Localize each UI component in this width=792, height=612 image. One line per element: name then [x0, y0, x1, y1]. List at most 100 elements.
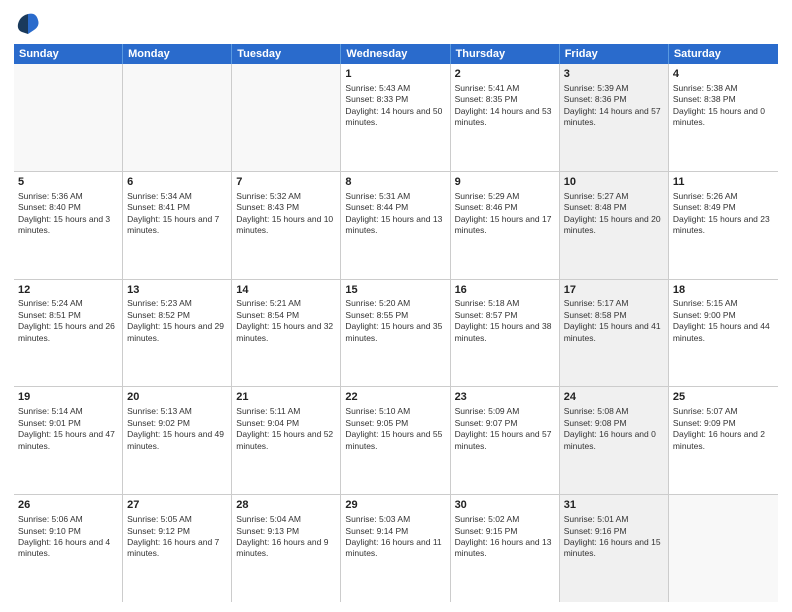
- day-info: Sunrise: 5:29 AMSunset: 8:46 PMDaylight:…: [455, 191, 552, 235]
- day-number: 30: [455, 498, 555, 513]
- day-of-week-friday: Friday: [560, 44, 669, 64]
- day-number: 31: [564, 498, 664, 513]
- day-number: 29: [345, 498, 445, 513]
- calendar-row: 19Sunrise: 5:14 AMSunset: 9:01 PMDayligh…: [14, 387, 778, 495]
- day-number: 18: [673, 283, 774, 298]
- calendar-cell: 31Sunrise: 5:01 AMSunset: 9:16 PMDayligh…: [560, 495, 669, 602]
- calendar-cell: 2Sunrise: 5:41 AMSunset: 8:35 PMDaylight…: [451, 64, 560, 171]
- day-number: 5: [18, 175, 118, 190]
- day-info: Sunrise: 5:32 AMSunset: 8:43 PMDaylight:…: [236, 191, 333, 235]
- calendar-cell: 21Sunrise: 5:11 AMSunset: 9:04 PMDayligh…: [232, 387, 341, 494]
- calendar-cell: 7Sunrise: 5:32 AMSunset: 8:43 PMDaylight…: [232, 172, 341, 279]
- day-of-week-thursday: Thursday: [451, 44, 560, 64]
- day-info: Sunrise: 5:11 AMSunset: 9:04 PMDaylight:…: [236, 406, 333, 450]
- calendar-cell: 18Sunrise: 5:15 AMSunset: 9:00 PMDayligh…: [669, 280, 778, 387]
- calendar-row: 12Sunrise: 5:24 AMSunset: 8:51 PMDayligh…: [14, 280, 778, 388]
- day-info: Sunrise: 5:03 AMSunset: 9:14 PMDaylight:…: [345, 514, 441, 558]
- day-info: Sunrise: 5:34 AMSunset: 8:41 PMDaylight:…: [127, 191, 219, 235]
- calendar-header: SundayMondayTuesdayWednesdayThursdayFrid…: [14, 44, 778, 64]
- day-info: Sunrise: 5:18 AMSunset: 8:57 PMDaylight:…: [455, 298, 552, 342]
- calendar-cell: 22Sunrise: 5:10 AMSunset: 9:05 PMDayligh…: [341, 387, 450, 494]
- day-info: Sunrise: 5:01 AMSunset: 9:16 PMDaylight:…: [564, 514, 661, 558]
- calendar-cell: [669, 495, 778, 602]
- day-number: 7: [236, 175, 336, 190]
- calendar-cell: 12Sunrise: 5:24 AMSunset: 8:51 PMDayligh…: [14, 280, 123, 387]
- day-info: Sunrise: 5:20 AMSunset: 8:55 PMDaylight:…: [345, 298, 442, 342]
- day-of-week-sunday: Sunday: [14, 44, 123, 64]
- calendar-cell: [123, 64, 232, 171]
- day-number: 14: [236, 283, 336, 298]
- day-info: Sunrise: 5:13 AMSunset: 9:02 PMDaylight:…: [127, 406, 224, 450]
- calendar-cell: 19Sunrise: 5:14 AMSunset: 9:01 PMDayligh…: [14, 387, 123, 494]
- day-info: Sunrise: 5:14 AMSunset: 9:01 PMDaylight:…: [18, 406, 115, 450]
- page: SundayMondayTuesdayWednesdayThursdayFrid…: [0, 0, 792, 612]
- day-of-week-monday: Monday: [123, 44, 232, 64]
- day-number: 2: [455, 67, 555, 82]
- logo-icon: [14, 10, 42, 38]
- day-number: 6: [127, 175, 227, 190]
- day-info: Sunrise: 5:41 AMSunset: 8:35 PMDaylight:…: [455, 83, 552, 127]
- day-number: 1: [345, 67, 445, 82]
- logo: [14, 10, 45, 38]
- calendar-cell: 15Sunrise: 5:20 AMSunset: 8:55 PMDayligh…: [341, 280, 450, 387]
- day-number: 19: [18, 390, 118, 405]
- calendar-row: 1Sunrise: 5:43 AMSunset: 8:33 PMDaylight…: [14, 64, 778, 172]
- calendar-cell: 28Sunrise: 5:04 AMSunset: 9:13 PMDayligh…: [232, 495, 341, 602]
- calendar-cell: 24Sunrise: 5:08 AMSunset: 9:08 PMDayligh…: [560, 387, 669, 494]
- calendar-row: 26Sunrise: 5:06 AMSunset: 9:10 PMDayligh…: [14, 495, 778, 602]
- calendar-cell: 16Sunrise: 5:18 AMSunset: 8:57 PMDayligh…: [451, 280, 560, 387]
- day-number: 23: [455, 390, 555, 405]
- calendar-cell: 25Sunrise: 5:07 AMSunset: 9:09 PMDayligh…: [669, 387, 778, 494]
- calendar-cell: 14Sunrise: 5:21 AMSunset: 8:54 PMDayligh…: [232, 280, 341, 387]
- day-number: 24: [564, 390, 664, 405]
- calendar-cell: 17Sunrise: 5:17 AMSunset: 8:58 PMDayligh…: [560, 280, 669, 387]
- day-number: 27: [127, 498, 227, 513]
- day-number: 8: [345, 175, 445, 190]
- calendar-cell: 27Sunrise: 5:05 AMSunset: 9:12 PMDayligh…: [123, 495, 232, 602]
- day-number: 17: [564, 283, 664, 298]
- calendar-body: 1Sunrise: 5:43 AMSunset: 8:33 PMDaylight…: [14, 64, 778, 602]
- day-info: Sunrise: 5:09 AMSunset: 9:07 PMDaylight:…: [455, 406, 552, 450]
- day-info: Sunrise: 5:07 AMSunset: 9:09 PMDaylight:…: [673, 406, 765, 450]
- day-number: 9: [455, 175, 555, 190]
- day-info: Sunrise: 5:10 AMSunset: 9:05 PMDaylight:…: [345, 406, 442, 450]
- calendar-cell: 4Sunrise: 5:38 AMSunset: 8:38 PMDaylight…: [669, 64, 778, 171]
- calendar-cell: 1Sunrise: 5:43 AMSunset: 8:33 PMDaylight…: [341, 64, 450, 171]
- day-info: Sunrise: 5:24 AMSunset: 8:51 PMDaylight:…: [18, 298, 115, 342]
- day-number: 22: [345, 390, 445, 405]
- day-info: Sunrise: 5:26 AMSunset: 8:49 PMDaylight:…: [673, 191, 770, 235]
- day-info: Sunrise: 5:36 AMSunset: 8:40 PMDaylight:…: [18, 191, 110, 235]
- day-info: Sunrise: 5:17 AMSunset: 8:58 PMDaylight:…: [564, 298, 661, 342]
- calendar-cell: 5Sunrise: 5:36 AMSunset: 8:40 PMDaylight…: [14, 172, 123, 279]
- day-info: Sunrise: 5:27 AMSunset: 8:48 PMDaylight:…: [564, 191, 661, 235]
- day-number: 28: [236, 498, 336, 513]
- day-info: Sunrise: 5:05 AMSunset: 9:12 PMDaylight:…: [127, 514, 219, 558]
- calendar-cell: 13Sunrise: 5:23 AMSunset: 8:52 PMDayligh…: [123, 280, 232, 387]
- day-number: 25: [673, 390, 774, 405]
- day-number: 3: [564, 67, 664, 82]
- calendar-row: 5Sunrise: 5:36 AMSunset: 8:40 PMDaylight…: [14, 172, 778, 280]
- day-info: Sunrise: 5:38 AMSunset: 8:38 PMDaylight:…: [673, 83, 765, 127]
- day-number: 20: [127, 390, 227, 405]
- day-info: Sunrise: 5:31 AMSunset: 8:44 PMDaylight:…: [345, 191, 442, 235]
- calendar-cell: 9Sunrise: 5:29 AMSunset: 8:46 PMDaylight…: [451, 172, 560, 279]
- day-number: 4: [673, 67, 774, 82]
- day-of-week-tuesday: Tuesday: [232, 44, 341, 64]
- day-info: Sunrise: 5:23 AMSunset: 8:52 PMDaylight:…: [127, 298, 224, 342]
- calendar-cell: 20Sunrise: 5:13 AMSunset: 9:02 PMDayligh…: [123, 387, 232, 494]
- calendar-cell: 6Sunrise: 5:34 AMSunset: 8:41 PMDaylight…: [123, 172, 232, 279]
- day-number: 16: [455, 283, 555, 298]
- day-of-week-wednesday: Wednesday: [341, 44, 450, 64]
- calendar-cell: 11Sunrise: 5:26 AMSunset: 8:49 PMDayligh…: [669, 172, 778, 279]
- calendar-cell: 3Sunrise: 5:39 AMSunset: 8:36 PMDaylight…: [560, 64, 669, 171]
- day-info: Sunrise: 5:21 AMSunset: 8:54 PMDaylight:…: [236, 298, 333, 342]
- day-number: 21: [236, 390, 336, 405]
- calendar-cell: 10Sunrise: 5:27 AMSunset: 8:48 PMDayligh…: [560, 172, 669, 279]
- calendar-cell: [232, 64, 341, 171]
- day-info: Sunrise: 5:06 AMSunset: 9:10 PMDaylight:…: [18, 514, 110, 558]
- calendar-cell: 26Sunrise: 5:06 AMSunset: 9:10 PMDayligh…: [14, 495, 123, 602]
- day-number: 12: [18, 283, 118, 298]
- day-number: 26: [18, 498, 118, 513]
- calendar-cell: 8Sunrise: 5:31 AMSunset: 8:44 PMDaylight…: [341, 172, 450, 279]
- header: [14, 10, 778, 38]
